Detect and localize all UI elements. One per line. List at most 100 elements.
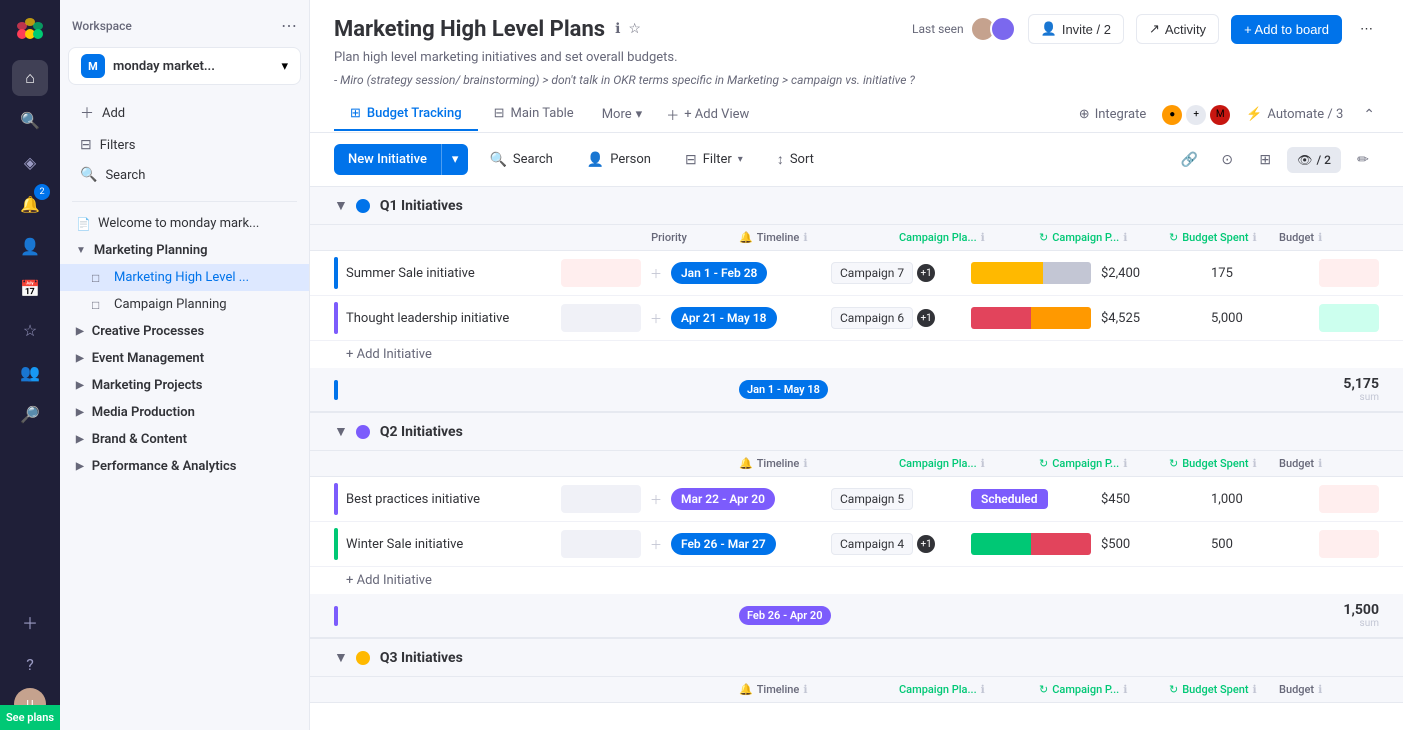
person-button[interactable]: 👤 Person bbox=[574, 144, 664, 176]
row-campaign-plan[interactable]: Campaign 5 bbox=[831, 488, 971, 510]
sort-button[interactable]: ↕ Sort bbox=[764, 143, 827, 176]
star-favorite-icon[interactable]: ☆ bbox=[628, 21, 641, 37]
nav-campaign-planning[interactable]: □ Campaign Planning bbox=[60, 291, 309, 318]
campaign-badge: Campaign 7 bbox=[831, 262, 913, 284]
activity-icon[interactable]: ◈ bbox=[12, 144, 48, 180]
row-expand-btn[interactable]: ＋ bbox=[641, 536, 671, 553]
refresh-icon-4: ↻ bbox=[1169, 683, 1178, 696]
new-initiative-label[interactable]: New Initiative bbox=[334, 144, 441, 175]
row-budget-spent: $450 bbox=[1101, 492, 1211, 507]
nav-media-production[interactable]: ▶ Media Production bbox=[60, 399, 309, 426]
budget-spent-info-icon[interactable]: ℹ bbox=[1253, 231, 1257, 244]
activity-button[interactable]: ↗ Activity bbox=[1136, 14, 1219, 44]
campaign-p-info-icon[interactable]: ℹ bbox=[1123, 231, 1127, 244]
budget-info-icon-q2[interactable]: ℹ bbox=[1318, 457, 1322, 470]
row-campaign-plan[interactable]: Campaign 4 +1 bbox=[831, 533, 971, 555]
add-initiative-row-q1[interactable]: + Add Initiative bbox=[310, 341, 1403, 368]
star-icon[interactable]: ☆ bbox=[12, 312, 48, 348]
team-icon[interactable]: 👥 bbox=[12, 354, 48, 390]
people-icon[interactable]: 👤 bbox=[12, 228, 48, 264]
new-initiative-button[interactable]: New Initiative ▾ bbox=[334, 144, 468, 175]
row-campaign-plan[interactable]: Campaign 6 +1 bbox=[831, 307, 971, 329]
nav-event-management[interactable]: ▶ Event Management bbox=[60, 345, 309, 372]
timeline-info-icon-q2[interactable]: ℹ bbox=[803, 457, 807, 470]
add-view-btn[interactable]: ＋ + Add View bbox=[654, 97, 761, 132]
budget-spent-info-icon-q2[interactable]: ℹ bbox=[1253, 457, 1257, 470]
timeline-info-icon-q3[interactable]: ℹ bbox=[803, 683, 807, 696]
q1-toggle[interactable]: ▼ bbox=[334, 197, 348, 214]
campaign-p-info-icon-q3[interactable]: ℹ bbox=[1123, 683, 1127, 696]
row-campaign-p[interactable] bbox=[971, 262, 1101, 284]
campaign-plan-info-icon-q3[interactable]: ℹ bbox=[981, 683, 985, 696]
col-budget-header: Budget ℹ bbox=[1279, 231, 1379, 244]
more-options-button[interactable]: ⋯ bbox=[1354, 18, 1379, 41]
row-campaign-p[interactable]: Scheduled bbox=[971, 492, 1101, 507]
see-plans-bar[interactable]: See plans bbox=[0, 705, 60, 730]
campaign-plan-info-icon-q2[interactable]: ℹ bbox=[981, 457, 985, 470]
search-icon[interactable]: 🔎 bbox=[12, 396, 48, 432]
add-icon[interactable]: ＋ bbox=[12, 604, 48, 640]
row-expand-btn[interactable]: ＋ bbox=[641, 310, 671, 327]
search-action[interactable]: 🔍 Search bbox=[72, 161, 297, 189]
col-timeline-label: Timeline bbox=[757, 231, 800, 244]
calendar-icon[interactable]: 📅 bbox=[12, 270, 48, 306]
invite-button[interactable]: 👤 Invite / 2 bbox=[1028, 14, 1124, 44]
connect-icon-btn[interactable]: ⊙ bbox=[1211, 144, 1243, 176]
row-timeline[interactable]: Mar 22 - Apr 20 bbox=[671, 488, 831, 510]
home-icon[interactable]: ⌂ bbox=[12, 60, 48, 96]
new-initiative-arrow[interactable]: ▾ bbox=[441, 144, 469, 175]
app-logo[interactable] bbox=[12, 10, 48, 46]
budget-spent-info-icon-q3[interactable]: ℹ bbox=[1253, 683, 1257, 696]
search-button[interactable]: 🔍 Search bbox=[476, 144, 565, 176]
info-icon[interactable]: ℹ bbox=[615, 21, 620, 37]
q2-dot bbox=[356, 425, 370, 439]
collapse-tabs-btn[interactable]: ⌃ bbox=[1359, 103, 1379, 127]
automate-btn[interactable]: ⚡ Automate / 3 bbox=[1238, 103, 1351, 126]
row-priority[interactable] bbox=[561, 530, 641, 558]
tab-main-table[interactable]: ⊟ Main Table bbox=[478, 98, 590, 131]
row-timeline[interactable]: Apr 21 - May 18 bbox=[671, 307, 831, 329]
campaign-plan-info-icon[interactable]: ℹ bbox=[981, 231, 985, 244]
workspace-selector[interactable]: M monday market... ▾ bbox=[68, 47, 301, 85]
hide-button[interactable]: 👁 / 2 bbox=[1287, 147, 1341, 173]
tab-budget-tracking[interactable]: ⊞ Budget Tracking bbox=[334, 98, 478, 131]
nav-marketing-planning[interactable]: ▼ Marketing Planning bbox=[60, 237, 309, 264]
add-initiative-row-q2[interactable]: + Add Initiative bbox=[310, 567, 1403, 594]
row-priority[interactable] bbox=[561, 304, 641, 332]
columns-icon-btn[interactable]: ⊞ bbox=[1249, 144, 1281, 176]
row-campaign-plan[interactable]: Campaign 7 +1 bbox=[831, 262, 971, 284]
row-expand-btn[interactable]: ＋ bbox=[641, 265, 671, 282]
add-to-board-button[interactable]: + Add to board bbox=[1231, 15, 1342, 44]
row-campaign-p[interactable] bbox=[971, 533, 1101, 555]
budget-info-icon[interactable]: ℹ bbox=[1318, 231, 1322, 244]
row-priority[interactable] bbox=[561, 259, 641, 287]
budget-info-icon-q3[interactable]: ℹ bbox=[1318, 683, 1322, 696]
q2-toggle[interactable]: ▼ bbox=[334, 423, 348, 440]
row-timeline[interactable]: Feb 26 - Mar 27 bbox=[671, 533, 831, 555]
nav-welcome[interactable]: 📄 Welcome to monday mark... bbox=[60, 210, 309, 237]
col-campaign-p-label-q2: Campaign P... bbox=[1052, 457, 1119, 470]
nav-marketing-projects[interactable]: ▶ Marketing Projects bbox=[60, 372, 309, 399]
timeline-info-icon[interactable]: ℹ bbox=[803, 231, 807, 244]
filters-action[interactable]: ⊟ Filters bbox=[72, 131, 297, 159]
nav-creative-processes[interactable]: ▶ Creative Processes bbox=[60, 318, 309, 345]
integrate-btn[interactable]: ⊕ Integrate bbox=[1071, 103, 1154, 126]
add-action[interactable]: ＋ Add bbox=[72, 97, 297, 129]
row-campaign-p[interactable] bbox=[971, 307, 1101, 329]
row-timeline[interactable]: Jan 1 - Feb 28 bbox=[671, 262, 831, 284]
help-icon[interactable]: ? bbox=[12, 646, 48, 682]
nav-marketing-high-level[interactable]: □ Marketing High Level ... bbox=[60, 264, 309, 291]
nav-performance-analytics[interactable]: ▶ Performance & Analytics bbox=[60, 453, 309, 480]
filter-button[interactable]: ⊟ Filter ▾ bbox=[672, 144, 756, 176]
search-nav-icon[interactable]: 🔍 bbox=[12, 102, 48, 138]
link-icon-btn[interactable]: 🔗 bbox=[1173, 144, 1205, 176]
notifications-icon[interactable]: 🔔 2 bbox=[12, 186, 48, 222]
edit-icon-btn[interactable]: ✏ bbox=[1347, 144, 1379, 176]
row-priority[interactable] bbox=[561, 485, 641, 513]
nav-brand-content[interactable]: ▶ Brand & Content bbox=[60, 426, 309, 453]
row-expand-btn[interactable]: ＋ bbox=[641, 491, 671, 508]
tab-more[interactable]: More ▾ bbox=[590, 99, 654, 130]
q3-toggle[interactable]: ▼ bbox=[334, 649, 348, 666]
workspace-more-btn[interactable]: ⋯ bbox=[281, 16, 297, 35]
campaign-p-info-icon-q2[interactable]: ℹ bbox=[1123, 457, 1127, 470]
